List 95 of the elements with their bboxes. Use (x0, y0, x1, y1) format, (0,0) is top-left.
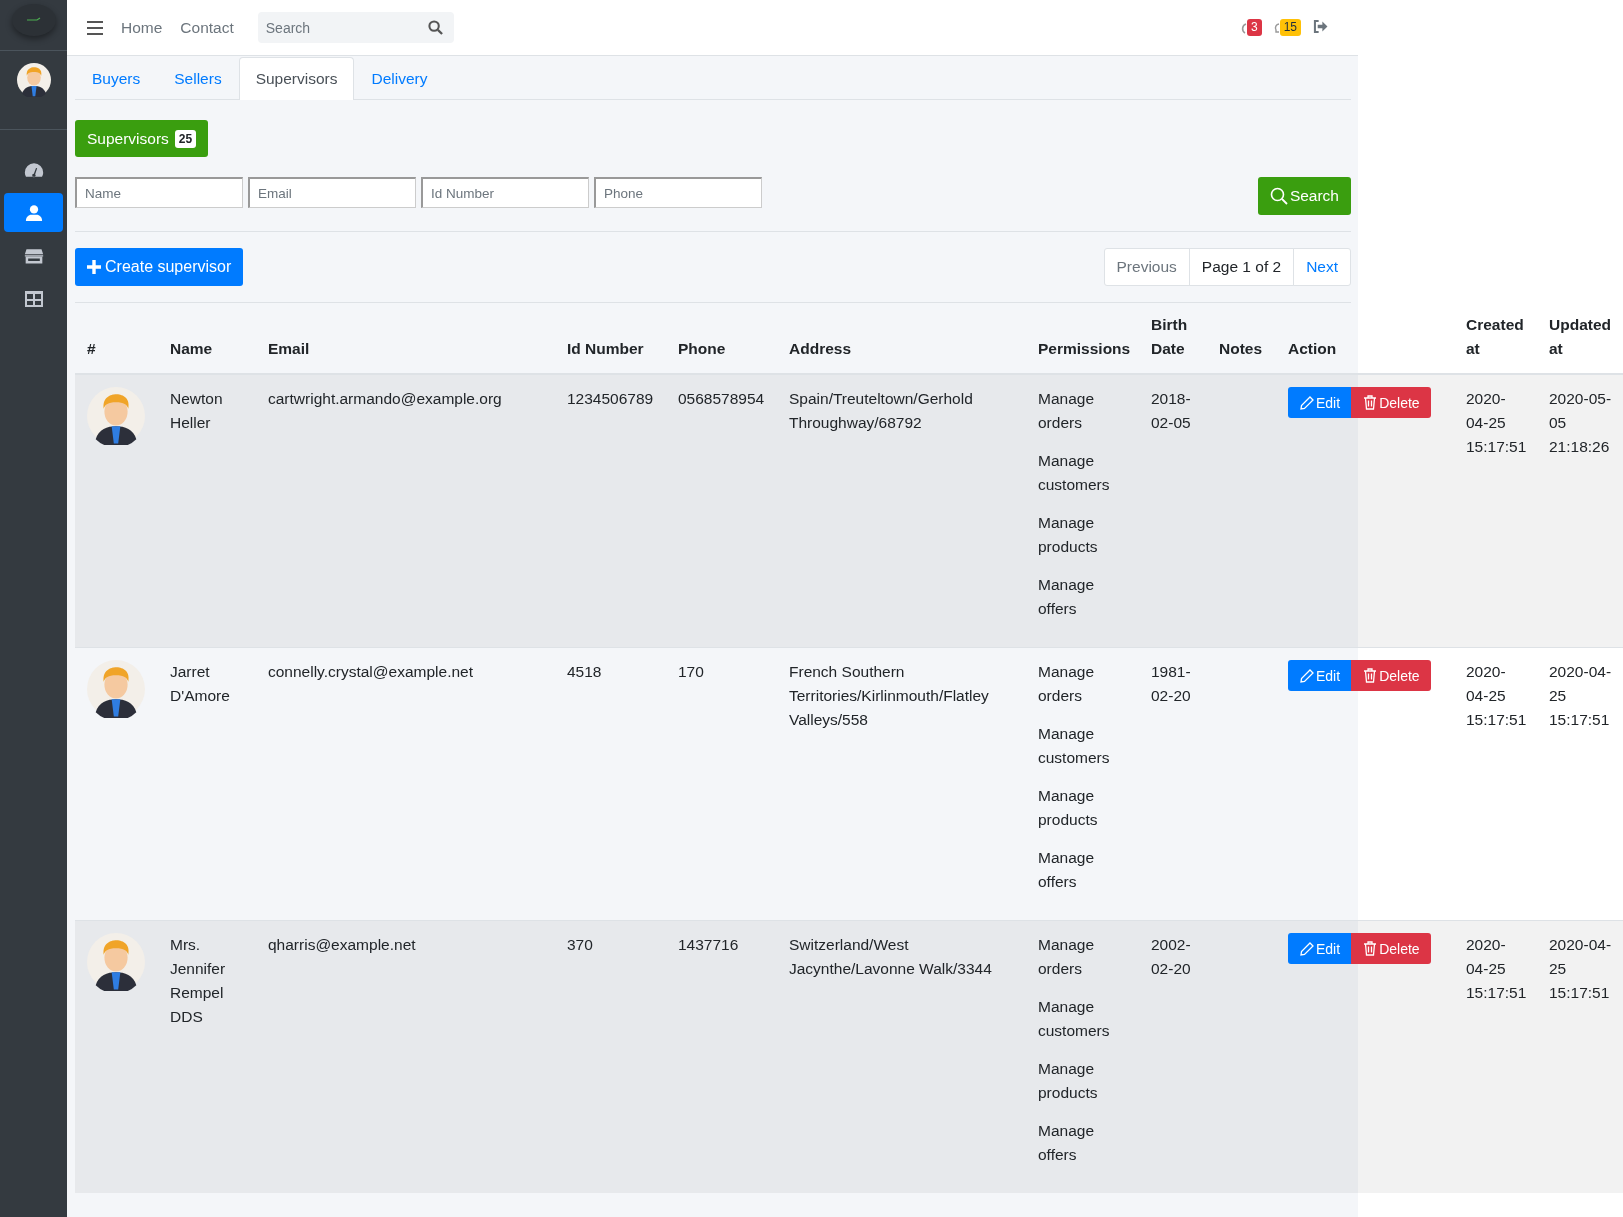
create-supervisor-button[interactable]: Create supervisor (75, 248, 244, 286)
column-header: Notes (1207, 303, 1276, 374)
column-header: Created at (1454, 303, 1537, 374)
next-page-button[interactable]: Next (1293, 248, 1351, 286)
messages-button[interactable]: 3 (1238, 19, 1262, 36)
edit-button[interactable]: Edit (1288, 933, 1352, 964)
table-cell: Spain/Treuteltown/Gerhold Throughway/68792 (777, 374, 1026, 648)
table-cell: 2020-04-25 15:17:51 (1454, 374, 1537, 648)
table-cell: 1981-02-20 (1139, 647, 1207, 921)
avatar-icon (87, 387, 145, 445)
search-field[interactable]: Search (257, 12, 454, 43)
permission-label: Manage customers (1038, 724, 1111, 768)
table-cell: 4518 (555, 647, 666, 921)
column-header: Birth Date (1139, 303, 1207, 374)
table-cell: 0568578954 (666, 374, 777, 648)
permission-label: Manage orders (1038, 389, 1095, 433)
tab[interactable]: Delivery (354, 57, 445, 100)
table-cell: connelly.crystal@example.net (256, 647, 555, 921)
column-header: Permissions (1026, 303, 1139, 374)
delete-button[interactable]: Delete (1351, 660, 1431, 691)
count-badge: 25 (174, 129, 197, 148)
column-header: # (75, 303, 158, 374)
table-cell: 370 (555, 920, 666, 1193)
permission-label: Manage products (1038, 786, 1099, 830)
pencil-icon (1300, 941, 1314, 956)
pencil-icon (1300, 668, 1314, 683)
avatar-icon (87, 933, 145, 991)
column-header: Phone (666, 303, 777, 374)
column-header: Action (1276, 303, 1454, 374)
delete-button[interactable]: Delete (1351, 387, 1431, 418)
table-cell: 170 (666, 647, 777, 921)
tab[interactable]: Supervisors (238, 57, 355, 100)
table-cell: 2002-02-20 (1139, 920, 1207, 1193)
count-badge: 3 (1246, 19, 1262, 36)
nav-link[interactable]: Contact (180, 18, 234, 37)
permission-label: Manage customers (1038, 451, 1111, 495)
permission-label: Manage orders (1038, 662, 1095, 706)
table-cell: 2020-04-25 15:17:51 (1454, 920, 1537, 1193)
heading-label: Supervisors (87, 129, 169, 148)
permission-label: Manage products (1038, 1059, 1099, 1103)
table-cell: 1437716 (666, 920, 777, 1193)
table-cell: French Southern Territories/Kirlinmouth/Flatley Valleys/558 (777, 647, 1026, 921)
table-cell: Mrs. Jennifer Rempel DDS (158, 920, 256, 1193)
permission-label: Manage orders (1038, 935, 1095, 979)
tab[interactable]: Buyers (75, 57, 158, 100)
plus-icon (87, 260, 101, 274)
sign-out-icon (1313, 19, 1328, 33)
trash-icon (1363, 941, 1378, 956)
edit-button[interactable]: Edit (1288, 660, 1352, 691)
tab[interactable]: Sellers (157, 57, 239, 100)
grid-icon (23, 289, 44, 308)
table-cell: 1234506789 (555, 374, 666, 648)
search-button[interactable]: Search (1257, 177, 1351, 215)
table-cell: Switzerland/West Jacynthe/Lavonne Walk/3344 (777, 920, 1026, 1193)
column-header: Email (256, 303, 555, 374)
column-header: Id Number (555, 303, 666, 374)
table-cell: cartwright.armando@example.org (256, 374, 555, 648)
column-header: Updated at (1537, 303, 1623, 374)
permission-label: Manage products (1038, 513, 1099, 557)
previous-page-button[interactable]: Previous (1103, 248, 1190, 286)
page-indicator: Page 1 of 2 (1188, 248, 1295, 286)
table-cell: Newton Heller (158, 374, 256, 648)
column-header: Name (158, 303, 256, 374)
delete-button[interactable]: Delete (1351, 933, 1431, 964)
sidebar-item[interactable] (4, 193, 63, 232)
pencil-icon (1300, 395, 1314, 410)
nav-link[interactable]: Home (121, 18, 163, 37)
table-cell: 2020-04-25 15:17:51 (1537, 647, 1623, 921)
permission-label: Manage offers (1038, 575, 1095, 619)
gauge-icon (23, 160, 44, 179)
permission-label: Manage offers (1038, 1121, 1095, 1165)
filter-field[interactable]: Id Number (421, 177, 589, 208)
permission-label: Manage offers (1038, 848, 1095, 892)
filter-field[interactable]: Email (248, 177, 416, 208)
notifications-button[interactable]: 15 (1273, 19, 1301, 36)
table-cell: 2020-05-05 21:18:26 (1537, 374, 1623, 648)
filter-field[interactable]: Phone (594, 177, 762, 208)
table-cell: Jarret D'Amore (158, 647, 256, 921)
trash-icon (1363, 668, 1378, 683)
column-header: Address (777, 303, 1026, 374)
store-icon (23, 246, 44, 265)
trash-icon (1363, 395, 1378, 410)
avatar-icon (16, 63, 51, 97)
table-cell: 2018-02-05 (1139, 374, 1207, 648)
user-icon (23, 203, 44, 222)
avatar-icon (87, 660, 145, 718)
count-badge: 15 (1279, 19, 1301, 36)
search-icon (1269, 187, 1288, 205)
filter-field[interactable]: Name (75, 177, 243, 208)
table-cell: 2020-04-25 15:17:51 (1537, 920, 1623, 1193)
permission-label: Manage customers (1038, 997, 1111, 1041)
edit-button[interactable]: Edit (1288, 387, 1352, 418)
table-cell: 2020-04-25 15:17:51 (1454, 647, 1537, 921)
menu-icon (87, 20, 103, 35)
table-cell: qharris@example.net (256, 920, 555, 1193)
